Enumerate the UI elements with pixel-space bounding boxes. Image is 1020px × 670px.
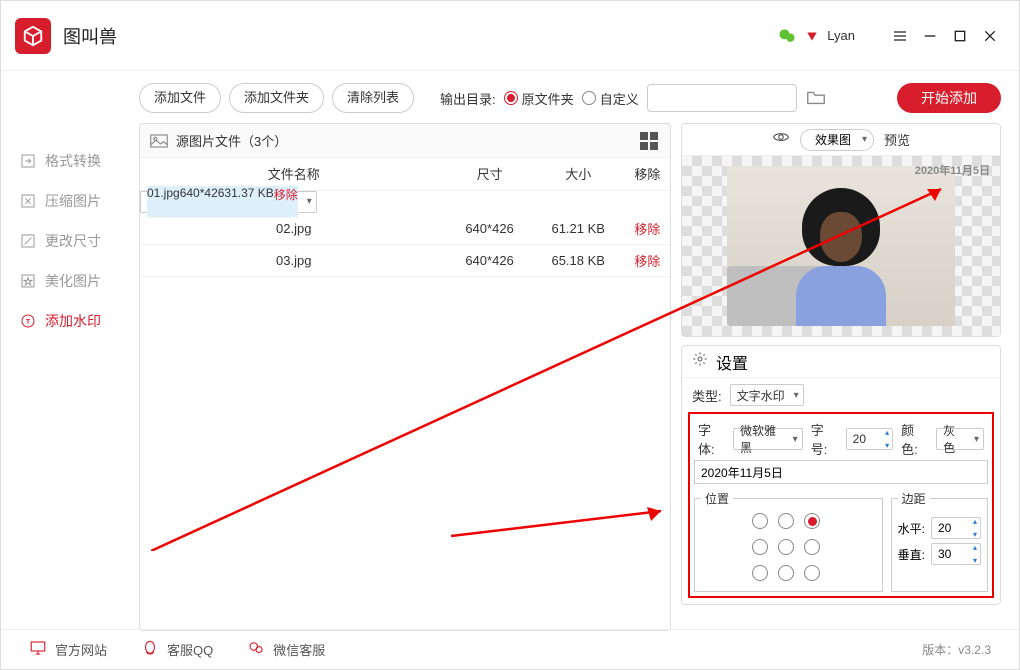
toolbar: 添加文件 添加文件夹 清除列表 输出目录: 原文件夹 自定义 开始添加 — [139, 83, 1001, 113]
pos-tr[interactable] — [804, 513, 820, 529]
position-fieldset: 位置 — [694, 490, 883, 592]
col-bytes: 大小 — [532, 158, 625, 190]
sidebar-item-beautify[interactable]: 美化图片 — [1, 261, 131, 301]
eye-icon — [772, 128, 790, 151]
image-icon — [150, 134, 168, 148]
gear-icon — [692, 351, 708, 372]
pos-br[interactable] — [804, 565, 820, 581]
sidebar-label: 添加水印 — [45, 311, 101, 331]
position-legend: 位置 — [701, 490, 733, 507]
add-folder-button[interactable]: 添加文件夹 — [229, 83, 324, 113]
convert-icon — [19, 152, 37, 170]
sidebar-item-resize[interactable]: 更改尺寸 — [1, 221, 131, 261]
settings-title: 设置 — [716, 350, 748, 374]
wechat-icon — [777, 26, 797, 46]
margin-h-input[interactable]: 20 — [931, 517, 981, 539]
pos-bc[interactable] — [778, 565, 794, 581]
color-select[interactable]: 灰色 — [936, 428, 984, 450]
view-toggle-button[interactable] — [640, 132, 660, 150]
table-row[interactable]: 01.jpg640*42631.37 KB移除 — [140, 191, 317, 213]
margin-h-label: 水平: — [898, 520, 925, 537]
app-title: 图叫兽 — [63, 23, 117, 49]
margin-fieldset: 边距 水平: 20 垂直: 30 — [891, 490, 988, 592]
pos-ml[interactable] — [752, 539, 768, 555]
resize-icon — [19, 232, 37, 250]
sidebar-label: 美化图片 — [45, 271, 101, 291]
footer-site[interactable]: 官方网站 — [29, 639, 107, 660]
table-row[interactable]: 03.jpg640*42665.18 KB移除 — [140, 245, 670, 277]
version-text: 版本：v3.2.3 — [922, 641, 991, 658]
minimize-button[interactable] — [915, 21, 945, 51]
sidebar: 格式转换 压缩图片 更改尺寸 美化图片 添加水印 — [1, 71, 131, 631]
sidebar-item-compress[interactable]: 压缩图片 — [1, 181, 131, 221]
watermark-text-input[interactable] — [694, 460, 988, 484]
footer-qq[interactable]: 客服QQ — [141, 639, 213, 660]
beautify-icon — [19, 272, 37, 290]
monitor-icon — [29, 639, 47, 660]
browse-folder-button[interactable] — [805, 86, 829, 110]
pos-tl[interactable] — [752, 513, 768, 529]
footer-wechat[interactable]: 微信客服 — [247, 639, 325, 660]
start-button[interactable]: 开始添加 — [897, 83, 1001, 113]
output-path-input[interactable] — [647, 84, 797, 112]
sidebar-item-watermark[interactable]: 添加水印 — [1, 301, 131, 341]
preview-mode-select[interactable]: 效果图 — [800, 129, 874, 151]
output-label: 输出目录: — [440, 89, 496, 108]
remove-link[interactable]: 移除 — [634, 222, 660, 237]
menu-button[interactable] — [885, 21, 915, 51]
margin-legend: 边距 — [898, 490, 930, 507]
maximize-button[interactable] — [945, 21, 975, 51]
highlight-frame: 字体: 微软雅黑 字号: 20 颜色: 灰色 位置 — [688, 412, 994, 598]
margin-v-label: 垂直: — [898, 546, 925, 563]
compress-icon — [19, 192, 37, 210]
sidebar-item-format[interactable]: 格式转换 — [1, 141, 131, 181]
remove-link[interactable]: 移除 — [274, 188, 298, 202]
preview-label: 预览 — [884, 130, 910, 149]
pos-mr[interactable] — [804, 539, 820, 555]
qq-icon — [141, 639, 159, 660]
username: Lyan — [827, 28, 855, 43]
sidebar-label: 格式转换 — [45, 151, 101, 171]
pos-mc[interactable] — [778, 539, 794, 555]
fontsize-input[interactable]: 20 — [846, 428, 894, 450]
clear-list-button[interactable]: 清除列表 — [332, 83, 414, 113]
preview-image: 2020年11月5日 — [682, 156, 1000, 336]
type-select[interactable]: 文字水印 — [730, 384, 804, 406]
watermark-icon — [19, 312, 37, 330]
sidebar-label: 压缩图片 — [45, 191, 101, 211]
radio-source-folder[interactable]: 原文件夹 — [504, 89, 574, 108]
watermark-overlay: 2020年11月5日 — [915, 162, 990, 178]
file-list-title: 源图片文件（3个） — [176, 131, 287, 150]
user-area[interactable]: Lyan — [777, 26, 855, 46]
settings-panel: 设置 类型: 文字水印 字体: 微软雅黑 字号: 20 颜色: 灰色 — [681, 345, 1001, 605]
add-file-button[interactable]: 添加文件 — [139, 83, 221, 113]
fontsize-label: 字号: — [811, 420, 838, 458]
radio-custom-folder[interactable]: 自定义 — [582, 89, 639, 108]
app-logo — [15, 18, 51, 54]
col-remove: 移除 — [625, 158, 670, 190]
sidebar-label: 更改尺寸 — [45, 231, 101, 251]
close-button[interactable] — [975, 21, 1005, 51]
preview-panel: 效果图 预览 2020年11月5日 — [681, 123, 1001, 337]
gem-icon — [805, 29, 819, 43]
col-size: 尺寸 — [447, 158, 531, 190]
titlebar: 图叫兽 Lyan — [1, 1, 1019, 71]
font-select[interactable]: 微软雅黑 — [733, 428, 803, 450]
type-label: 类型: — [692, 386, 722, 405]
color-label: 颜色: — [901, 420, 928, 458]
wechat-service-icon — [247, 639, 265, 660]
file-table: 文件名称 尺寸 大小 移除 01.jpg640*42631.37 KB移除02.… — [140, 158, 670, 277]
pos-bl[interactable] — [752, 565, 768, 581]
remove-link[interactable]: 移除 — [634, 254, 660, 269]
pos-tc[interactable] — [778, 513, 794, 529]
file-list-panel: 源图片文件（3个） 文件名称 尺寸 大小 移除 01.jpg640*42631.… — [139, 123, 671, 631]
font-label: 字体: — [698, 420, 725, 458]
footer: 官方网站 客服QQ 微信客服 版本：v3.2.3 — [1, 629, 1019, 669]
margin-v-input[interactable]: 30 — [931, 543, 981, 565]
